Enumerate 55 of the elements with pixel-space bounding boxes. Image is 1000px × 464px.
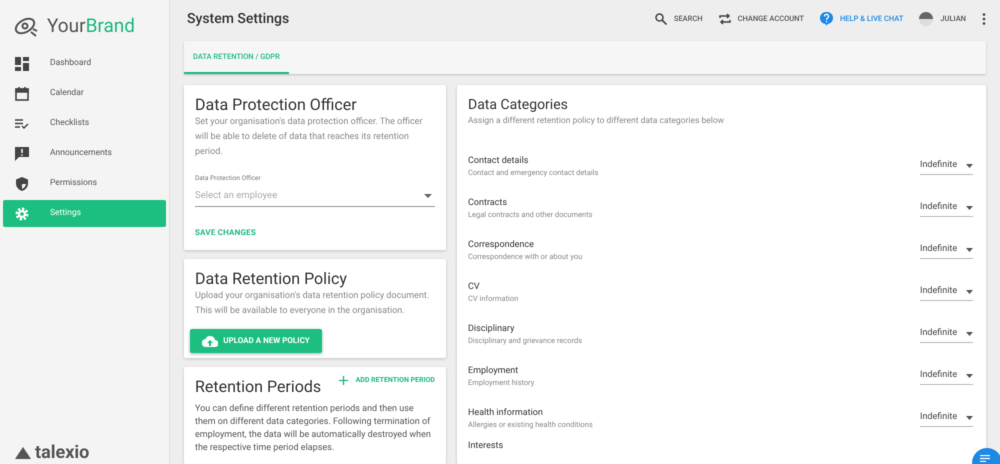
dropdown-caret-icon [966, 248, 973, 252]
dropdown-caret-icon [966, 416, 973, 420]
category-name: Correspondence [468, 239, 535, 251]
cloud-upload-icon [202, 336, 218, 346]
checklist-icon [15, 116, 29, 130]
logo-icon [15, 447, 31, 459]
category-name: Interests [468, 440, 504, 452]
footer-logo: talexio [35, 444, 90, 462]
card-description: You can define different retention periods and then use them on different data categories. Following termination of employment, the data will be automatically destroyed when the respective time period elapses. [195, 403, 432, 455]
category-name: Disciplinary [468, 323, 516, 335]
retention-select[interactable]: Indefinite [920, 284, 973, 302]
retention-select[interactable]: Indefinite [920, 326, 973, 344]
category-name: CV [468, 281, 481, 293]
retention-select[interactable]: Indefinite [920, 242, 973, 260]
dropdown-caret-icon [966, 164, 973, 168]
search-icon [654, 13, 667, 25]
category-name: Employment [468, 365, 520, 377]
help-icon [820, 12, 833, 26]
sidebar-item[interactable]: Permissions [3, 170, 166, 197]
announcement-icon [15, 146, 29, 160]
category-name: Contact details [468, 155, 530, 167]
dashboard-icon [15, 56, 29, 70]
dropdown-caret-icon [966, 332, 973, 336]
card-title: Data Protection Officer [195, 95, 358, 115]
menu-icon [980, 455, 990, 462]
calendar-icon [15, 86, 29, 100]
card-description: Assign a different retention policy to different data categories below [468, 115, 726, 128]
retention-select[interactable]: Indefinite [920, 368, 973, 386]
dropdown-caret-icon [424, 194, 432, 198]
retention-select[interactable]: Indefinite [920, 200, 973, 218]
swap-arrows-icon [718, 13, 731, 25]
card-description: Set your organisation's data protection officer. The officer will be able to delete of data that reaches its retention period. [195, 116, 424, 159]
card-title: Data Categories [468, 96, 569, 114]
plus-icon [338, 376, 348, 385]
card-title: Retention Periods [195, 377, 322, 397]
dropdown-caret-icon [966, 290, 973, 294]
sidebar-item[interactable]: Dashboard [3, 50, 166, 77]
category-name: Health information [468, 407, 544, 419]
dropdown-caret-icon [966, 374, 973, 378]
avatar-icon [919, 12, 934, 26]
sidebar-item[interactable]: Calendar [3, 80, 166, 107]
brand-name: YourBrand [47, 13, 136, 40]
category-name: Contracts [468, 197, 508, 209]
more-vertical-icon[interactable] [982, 13, 986, 25]
dropdown-caret-icon [966, 206, 973, 210]
retention-select[interactable]: Indefinite [920, 410, 973, 428]
shield-icon [15, 176, 29, 190]
field-placeholder: Select an employee [195, 188, 278, 203]
retention-select[interactable]: Indefinite [920, 158, 973, 176]
sidebar-item[interactable]: Announcements [3, 140, 166, 167]
page-title: System Settings [187, 10, 290, 28]
card-title: Data Retention Policy [194, 269, 348, 289]
sidebar-item[interactable]: Checklists [3, 110, 166, 137]
card-description: Upload your organisation's data retention policy document. This will be available to everyone in the organisation. [194, 290, 430, 318]
gear-icon [15, 206, 29, 220]
